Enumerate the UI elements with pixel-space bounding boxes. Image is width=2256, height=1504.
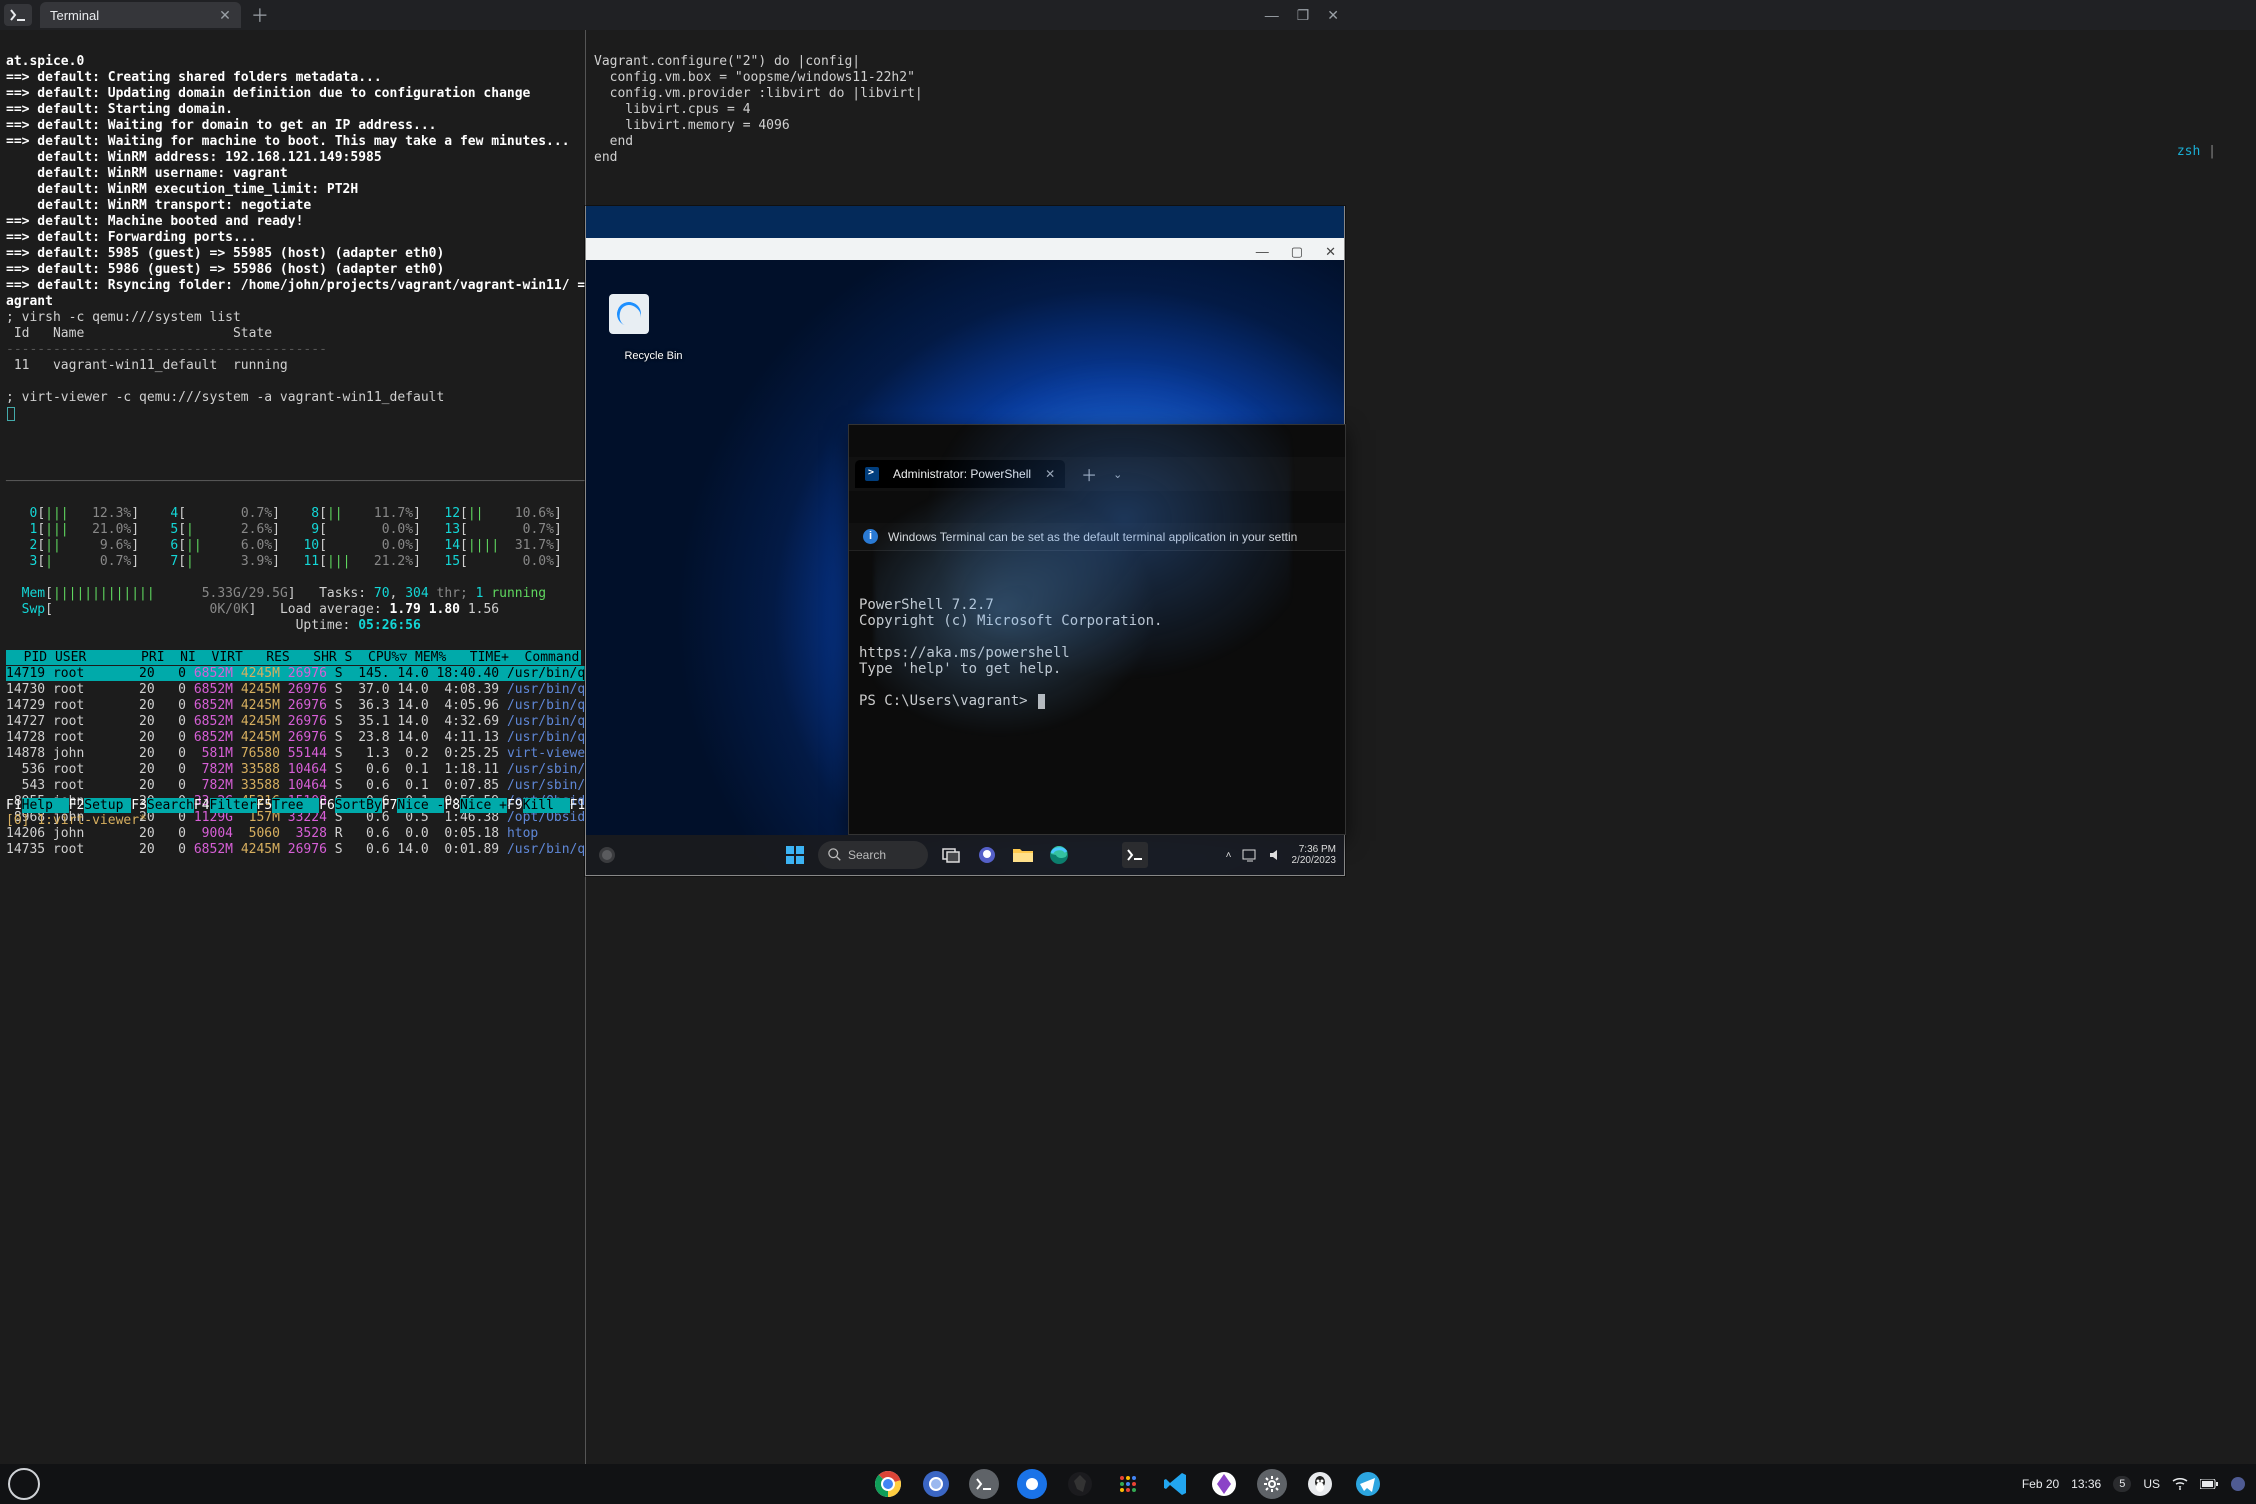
apps-grid-icon[interactable]	[1113, 1469, 1143, 1499]
volume-icon[interactable]	[1268, 848, 1282, 862]
htop-row[interactable]: 14735 root 20 0 6852M 4245M 26976 S 0.6 …	[6, 842, 617, 857]
ps-tab[interactable]: Administrator: PowerShell ✕	[855, 460, 1065, 488]
ps-cursor-icon	[1038, 694, 1045, 709]
terminal-app-icon	[4, 4, 32, 26]
taskbar-clock[interactable]: 7:36 PM2/20/2023	[1292, 844, 1337, 866]
htop-row[interactable]: 14730 root 20 0 6852M 4245M 26976 S 37.0…	[6, 682, 617, 697]
files-icon[interactable]	[1017, 1469, 1047, 1499]
htop-row[interactable]: 536 root 20 0 782M 33588 10464 S 0.6 0.1…	[6, 762, 624, 777]
minimize-button[interactable]: —	[1265, 7, 1279, 24]
network-icon[interactable]	[1242, 848, 1258, 862]
close-button[interactable]: ✕	[1327, 7, 1339, 24]
file-explorer-icon[interactable]	[1010, 842, 1036, 868]
htop-row-selected[interactable]: 14719 root 20 0 6852M 4245M 26976 S 145.…	[6, 666, 624, 681]
windows-taskbar[interactable]: Search ˄ 7:36 PM2/20/2023	[586, 835, 1344, 875]
info-icon: i	[863, 529, 878, 544]
powershell-window[interactable]: Administrator: PowerShell ✕ ＋ ⌄ i Window…	[848, 424, 1346, 835]
ps-tab-dropdown-icon[interactable]: ⌄	[1113, 468, 1122, 481]
notification-count[interactable]: 5	[2113, 1476, 2131, 1492]
wifi-icon[interactable]	[2172, 1478, 2188, 1490]
chromium-icon[interactable]	[921, 1469, 951, 1499]
htop-swp-label: Swp	[22, 602, 45, 617]
visual-studio-icon[interactable]	[1209, 1469, 1239, 1499]
htop-row[interactable]: 14728 root 20 0 6852M 4245M 26976 S 23.8…	[6, 730, 617, 745]
htop-row[interactable]: 543 root 20 0 782M 33588 10464 S 0.6 0.1…	[6, 778, 617, 793]
htop-header: PID USER PRI NI VIRT RES SHR S CPU%▽ MEM…	[6, 650, 581, 665]
linux-icon[interactable]	[1305, 1469, 1335, 1499]
telegram-icon[interactable]	[1353, 1469, 1383, 1499]
close-tab-icon[interactable]: ✕	[219, 7, 231, 24]
ps-new-tab-button[interactable]: ＋	[1081, 462, 1097, 486]
terminal-tabbar: Terminal ✕ ＋ — ❐ ✕	[0, 0, 1345, 30]
virsh-sep: ----------------------------------------…	[6, 342, 327, 357]
maximize-button[interactable]: ❐	[1297, 7, 1310, 24]
ps-tab-close-icon[interactable]: ✕	[1045, 467, 1055, 481]
htop-row[interactable]: 14878 john 20 0 581M 76580 55144 S 1.3 0…	[6, 746, 617, 761]
terminal-shelf-icon[interactable]	[969, 1469, 999, 1499]
virsh-cmd: ; virsh -c qemu:///system list	[6, 310, 241, 325]
account-icon[interactable]	[2230, 1476, 2246, 1492]
taskbar-search[interactable]: Search	[818, 841, 928, 869]
obsidian-icon[interactable]	[1065, 1469, 1095, 1499]
cursor-icon	[7, 407, 15, 421]
system-tray[interactable]: ˄ 7:36 PM2/20/2023	[1226, 844, 1336, 866]
vagrant-output: at.spice.0 ==> default: Creating shared …	[6, 54, 616, 309]
ps-tab-title: Administrator: PowerShell	[893, 467, 1031, 481]
virsh-row: 11 vagrant-win11_default running	[6, 358, 288, 373]
virt-viewer-window[interactable]: — ▢ ✕ File View Send key Help Recycle Bi…	[585, 206, 1345, 876]
vv-close-button[interactable]: ✕	[1325, 244, 1336, 260]
windows-desktop[interactable]: Recycle Bin Administrator: PowerShell ✕ …	[586, 260, 1344, 875]
shell-indicator: zsh |	[2177, 144, 2216, 160]
shelf-time: 13:36	[2071, 1477, 2101, 1491]
ps-tabstrip: Administrator: PowerShell ✕ ＋ ⌄	[849, 457, 1345, 491]
htop-mem-label: Mem	[22, 586, 45, 601]
htop-fkeys: F1Help F2Setup F3SearchF4FilterF5Tree F6…	[6, 798, 584, 814]
ps-terminal-body[interactable]: PowerShell 7.2.7 Copyright (c) Microsoft…	[849, 583, 1345, 723]
vv-minimize-button[interactable]: —	[1256, 244, 1269, 259]
terminal-tab[interactable]: Terminal ✕	[40, 2, 241, 28]
window-controls: — ❐ ✕	[1265, 7, 1339, 24]
right-pane: Vagrant.configure("2") do |config| confi…	[594, 38, 2250, 182]
virt-viewer-cmd: ; virt-viewer -c qemu:///system -a vagra…	[6, 390, 444, 405]
start-button[interactable]	[782, 842, 808, 868]
htop-row[interactable]: 14727 root 20 0 6852M 4245M 26976 S 35.1…	[6, 714, 617, 729]
terminal-body[interactable]: at.spice.0 ==> default: Creating shared …	[0, 30, 2256, 1464]
vv-maximize-button[interactable]: ▢	[1291, 244, 1303, 260]
chromeos-shelf: Feb 20 13:36 5 US	[0, 1464, 2256, 1504]
windows-terminal-icon[interactable]	[1122, 842, 1148, 868]
tray-chevron-icon[interactable]: ˄	[1226, 850, 1232, 861]
htop-mem-value: 5.33G/29.5G	[202, 586, 288, 601]
vscode-icon[interactable]	[1161, 1469, 1191, 1499]
shelf-date: Feb 20	[2022, 1477, 2059, 1491]
vagrantfile-content: Vagrant.configure("2") do |config| confi…	[594, 54, 923, 165]
chrome-icon[interactable]	[873, 1469, 903, 1499]
shelf-lang[interactable]: US	[2143, 1477, 2160, 1491]
edge-icon[interactable]	[1046, 842, 1072, 868]
powershell-icon	[865, 467, 879, 481]
settings-icon[interactable]	[1257, 1469, 1287, 1499]
battery-icon[interactable]	[2200, 1479, 2218, 1489]
task-view-icon[interactable]	[938, 842, 964, 868]
virsh-header: Id Name State	[6, 326, 272, 341]
shelf-status-tray[interactable]: Feb 20 13:36 5 US	[2022, 1476, 2246, 1492]
left-pane: at.spice.0 ==> default: Creating shared …	[6, 38, 584, 438]
chat-icon[interactable]	[974, 842, 1000, 868]
new-tab-button[interactable]: ＋	[251, 2, 269, 28]
htop-row[interactable]: 14729 root 20 0 6852M 4245M 26976 S 36.3…	[6, 698, 617, 713]
terminal-tab-title: Terminal	[50, 8, 99, 23]
ps-info-banner[interactable]: i Windows Terminal can be set as the def…	[849, 523, 1345, 551]
ps-banner-text: Windows Terminal can be set as the defau…	[888, 530, 1297, 544]
recycle-bin-glyph	[609, 294, 649, 334]
recycle-bin-icon[interactable]: Recycle Bin	[600, 270, 658, 374]
tmux-statusbar: [0] 1:virt-viewer*	[6, 813, 584, 829]
